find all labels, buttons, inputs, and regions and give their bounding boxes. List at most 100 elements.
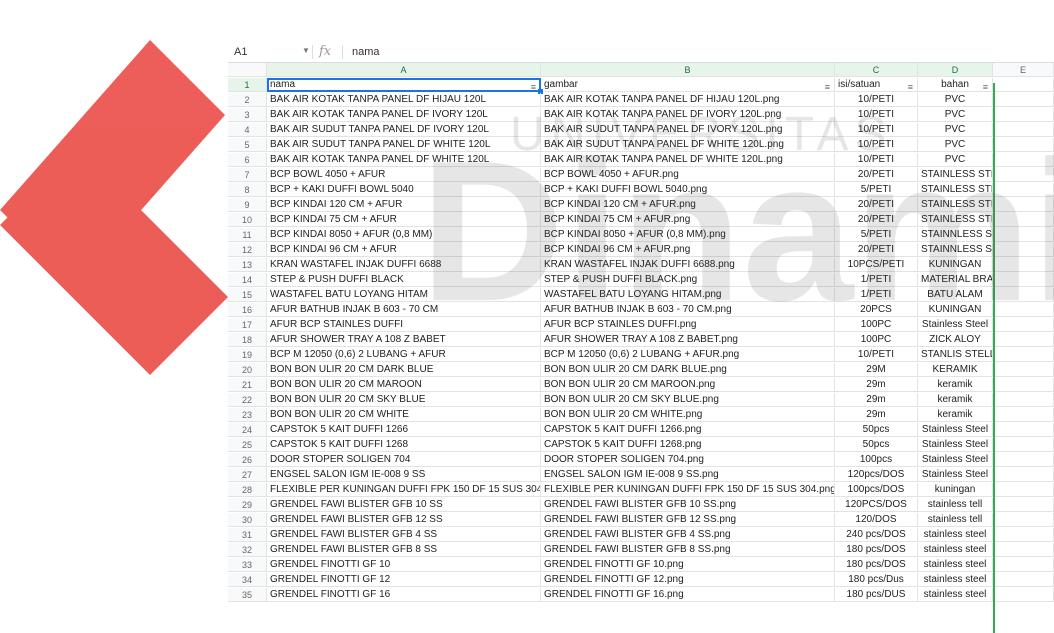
cell-bahan[interactable]: stainless steel <box>918 573 993 587</box>
row-number[interactable]: 7 <box>228 168 267 182</box>
cell-bahan[interactable]: PVC <box>918 138 993 152</box>
cell-empty[interactable] <box>993 393 1054 407</box>
cell-isi[interactable]: 10/PETI <box>835 348 918 362</box>
cell-gambar[interactable]: AFUR BCP STAINLES DUFFI.png <box>541 318 835 332</box>
row-number[interactable]: 2 <box>228 93 267 107</box>
row-number[interactable]: 3 <box>228 108 267 122</box>
cell-isi[interactable]: 10PCS/PETI <box>835 258 918 272</box>
cell-header-gambar[interactable]: gambar ≡ <box>541 78 835 92</box>
cell-nama[interactable]: BON BON ULIR 20 CM MAROON <box>267 378 541 392</box>
cell-nama[interactable]: BAK AIR KOTAK TANPA PANEL DF IVORY 120L <box>267 108 541 122</box>
cell-empty[interactable] <box>993 168 1054 182</box>
cell-nama[interactable]: BCP KINDAI 8050 + AFUR (0,8 MM) <box>267 228 541 242</box>
cell-empty[interactable] <box>993 438 1054 452</box>
cell-empty[interactable] <box>993 363 1054 377</box>
cell-empty[interactable] <box>993 183 1054 197</box>
cell-bahan[interactable]: STAINLESS STEEL <box>918 183 993 197</box>
cell-nama[interactable]: GRENDEL FAWI BLISTER GFB 10 SS <box>267 498 541 512</box>
cell-gambar[interactable]: BON BON ULIR 20 CM SKY BLUE.png <box>541 393 835 407</box>
column-header-a[interactable]: A <box>267 63 541 77</box>
cell-nama[interactable]: BON BON ULIR 20 CM DARK BLUE <box>267 363 541 377</box>
cell-gambar[interactable]: BCP KINDAI 120 CM + AFUR.png <box>541 198 835 212</box>
row-number[interactable]: 9 <box>228 198 267 212</box>
row-number[interactable]: 23 <box>228 408 267 422</box>
cell-gambar[interactable]: AFUR SHOWER TRAY A 108 Z BABET.png <box>541 333 835 347</box>
chevron-down-icon[interactable]: ▼ <box>302 46 310 55</box>
cell-bahan[interactable]: Stainless Steel <box>918 453 993 467</box>
cell-bahan[interactable]: STAINLESS STEEL <box>918 213 993 227</box>
cell-gambar[interactable]: GRENDEL FAWI BLISTER GFB 10 SS.png <box>541 498 835 512</box>
cell-bahan[interactable]: Stainless Steel <box>918 438 993 452</box>
row-number[interactable]: 21 <box>228 378 267 392</box>
cell-isi[interactable]: 20/PETI <box>835 213 918 227</box>
cell-isi[interactable]: 100pcs <box>835 453 918 467</box>
filter-icon[interactable]: ≡ <box>908 80 913 91</box>
cell-gambar[interactable]: DOOR STOPER SOLIGEN 704.png <box>541 453 835 467</box>
cell-nama[interactable]: GRENDEL FINOTTI GF 12 <box>267 573 541 587</box>
cell-gambar[interactable]: BAK AIR KOTAK TANPA PANEL DF HIJAU 120L.… <box>541 93 835 107</box>
cell-nama[interactable]: ENGSEL SALON IGM IE-008 9 SS <box>267 468 541 482</box>
cell-nama[interactable]: BCP BOWL 4050 + AFUR <box>267 168 541 182</box>
cell-bahan[interactable]: STAINNLESS STEL <box>918 243 993 257</box>
row-number[interactable]: 14 <box>228 273 267 287</box>
cell-nama[interactable]: GRENDEL FINOTTI GF 16 <box>267 588 541 602</box>
cell-empty[interactable] <box>993 498 1054 512</box>
cell-isi[interactable]: 180 pcs/Dus <box>835 573 918 587</box>
cell-empty[interactable] <box>993 213 1054 227</box>
cell-nama[interactable]: BCP KINDAI 75 CM + AFUR <box>267 213 541 227</box>
row-number[interactable]: 20 <box>228 363 267 377</box>
cell-isi[interactable]: 1/PETI <box>835 288 918 302</box>
cell-empty[interactable] <box>993 378 1054 392</box>
cell-nama[interactable]: BCP KINDAI 96 CM + AFUR <box>267 243 541 257</box>
row-number[interactable]: 16 <box>228 303 267 317</box>
cell-empty[interactable] <box>993 528 1054 542</box>
cell-gambar[interactable]: BCP KINDAI 75 CM + AFUR.png <box>541 213 835 227</box>
column-header-b[interactable]: B <box>541 63 835 77</box>
cell-isi[interactable]: 29m <box>835 378 918 392</box>
cell-empty[interactable] <box>993 288 1054 302</box>
filter-icon[interactable]: ≡ <box>825 80 830 91</box>
cell-bahan[interactable]: PVC <box>918 153 993 167</box>
cell-bahan[interactable]: KERAMIK <box>918 363 993 377</box>
row-number[interactable]: 17 <box>228 318 267 332</box>
cell-isi[interactable]: 20/PETI <box>835 243 918 257</box>
cell-nama[interactable]: BAK AIR KOTAK TANPA PANEL DF HIJAU 120L <box>267 93 541 107</box>
cell-bahan[interactable]: ZICK ALOY <box>918 333 993 347</box>
cell-nama[interactable]: FLEXIBLE PER KUNINGAN DUFFI FPK 150 DF 1… <box>267 483 541 497</box>
cell-nama[interactable]: BON BON ULIR 20 CM WHITE <box>267 408 541 422</box>
cell-isi[interactable]: 10/PETI <box>835 138 918 152</box>
cell-gambar[interactable]: CAPSTOK 5 KAIT DUFFI 1268.png <box>541 438 835 452</box>
cell-empty[interactable] <box>993 588 1054 602</box>
cell-nama[interactable]: BAK AIR KOTAK TANPA PANEL DF WHITE 120L <box>267 153 541 167</box>
cell-bahan[interactable]: Stainless Steel <box>918 318 993 332</box>
cell-gambar[interactable]: GRENDEL FINOTTI GF 12.png <box>541 573 835 587</box>
cell-isi[interactable]: 5/PETI <box>835 228 918 242</box>
cell-empty[interactable] <box>993 573 1054 587</box>
cell-bahan[interactable]: STAINLESS STEEL <box>918 198 993 212</box>
row-number[interactable]: 29 <box>228 498 267 512</box>
cell-empty[interactable] <box>993 558 1054 572</box>
cell-isi[interactable]: 120/DOS <box>835 513 918 527</box>
name-box[interactable]: A1 <box>234 46 247 58</box>
row-number[interactable]: 12 <box>228 243 267 257</box>
cell-isi[interactable]: 50pcs <box>835 423 918 437</box>
cell-nama[interactable]: BAK AIR SUDUT TANPA PANEL DF WHITE 120L <box>267 138 541 152</box>
cell-nama[interactable]: AFUR BATHUB INJAK B 603 - 70 CM <box>267 303 541 317</box>
row-number[interactable]: 13 <box>228 258 267 272</box>
formula-input[interactable]: nama <box>352 46 380 58</box>
cell-bahan[interactable]: stainless steel <box>918 588 993 602</box>
cell-isi[interactable]: 120pcs/DOS <box>835 468 918 482</box>
cell-empty[interactable] <box>993 453 1054 467</box>
cell-gambar[interactable]: BCP KINDAI 96 CM + AFUR.png <box>541 243 835 257</box>
cell-empty[interactable] <box>993 243 1054 257</box>
cell-empty[interactable] <box>993 408 1054 422</box>
cell-gambar[interactable]: BCP M 12050 (0,6) 2 LUBANG + AFUR.png <box>541 348 835 362</box>
cell-empty[interactable] <box>993 543 1054 557</box>
filter-icon[interactable]: ≡ <box>531 80 536 91</box>
cell-nama[interactable]: BCP KINDAI 120 CM + AFUR <box>267 198 541 212</box>
cell-isi[interactable]: 10/PETI <box>835 108 918 122</box>
cell-gambar[interactable]: FLEXIBLE PER KUNINGAN DUFFI FPK 150 DF 1… <box>541 483 835 497</box>
row-number[interactable]: 19 <box>228 348 267 362</box>
column-header-c[interactable]: C <box>835 63 918 77</box>
cell-bahan[interactable]: STAINNLESS STEL <box>918 228 993 242</box>
